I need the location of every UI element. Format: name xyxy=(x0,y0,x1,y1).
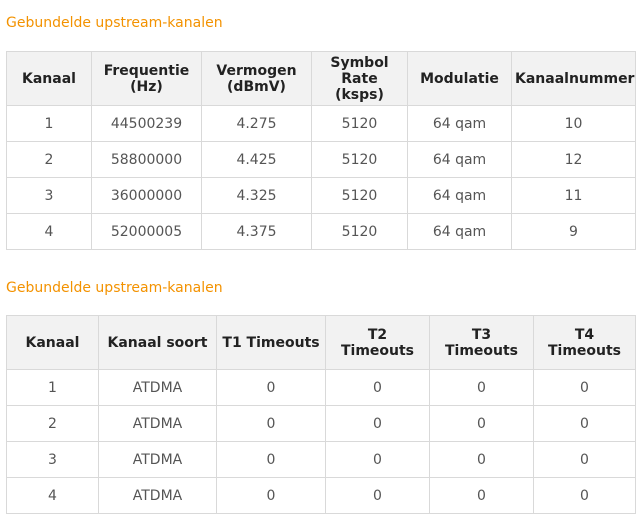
table-row: 3 ATDMA 0 0 0 0 xyxy=(6,441,636,478)
cell-frequency: 44500239 xyxy=(91,105,202,142)
cell-t4-timeouts: 0 xyxy=(533,477,636,514)
header-power: Vermogen (dBmV) xyxy=(201,51,312,106)
table-row: 2 58800000 4.425 5120 64 qam 12 xyxy=(6,141,636,178)
header-modulation: Modulatie xyxy=(407,51,512,106)
header-channel-number: Kanaalnummer xyxy=(511,51,636,106)
table-row: 4 ATDMA 0 0 0 0 xyxy=(6,477,636,514)
table-row: 2 ATDMA 0 0 0 0 xyxy=(6,405,636,442)
cell-t1-timeouts: 0 xyxy=(216,477,326,514)
cell-frequency: 58800000 xyxy=(91,141,202,178)
cell-symbol-rate: 5120 xyxy=(311,177,408,214)
cell-t2-timeouts: 0 xyxy=(325,369,430,406)
header-t4-timeouts: T4 Timeouts xyxy=(533,315,636,370)
cell-symbol-rate: 5120 xyxy=(311,141,408,178)
cell-channel: 3 xyxy=(6,177,92,214)
cell-channel-type: ATDMA xyxy=(98,405,217,442)
header-t3-timeouts: T3 Timeouts xyxy=(429,315,534,370)
cell-channel-number: 10 xyxy=(511,105,636,142)
cell-channel: 2 xyxy=(6,405,99,442)
cell-modulation: 64 qam xyxy=(407,213,512,250)
upstream-timeouts-title: Gebundelde upstream-kanalen xyxy=(6,280,223,296)
cell-channel: 4 xyxy=(6,213,92,250)
upstream-channels-table: Kanaal Frequentie (Hz) Vermogen (dBmV) S… xyxy=(6,51,636,250)
cell-symbol-rate: 5120 xyxy=(311,105,408,142)
cell-symbol-rate: 5120 xyxy=(311,213,408,250)
cell-channel-number: 11 xyxy=(511,177,636,214)
upstream-timeouts-table: Kanaal Kanaal soort T1 Timeouts T2 Timeo… xyxy=(6,315,636,514)
cell-modulation: 64 qam xyxy=(407,105,512,142)
cell-channel: 4 xyxy=(6,477,99,514)
table-header-row: Kanaal Frequentie (Hz) Vermogen (dBmV) S… xyxy=(6,51,636,106)
cell-frequency: 36000000 xyxy=(91,177,202,214)
cell-channel: 3 xyxy=(6,441,99,478)
cell-power: 4.425 xyxy=(201,141,312,178)
cell-t3-timeouts: 0 xyxy=(429,441,534,478)
cell-t4-timeouts: 0 xyxy=(533,441,636,478)
cell-channel-number: 12 xyxy=(511,141,636,178)
cell-channel: 1 xyxy=(6,369,99,406)
cell-channel: 2 xyxy=(6,141,92,178)
upstream-channels-title: Gebundelde upstream-kanalen xyxy=(6,15,223,31)
cell-power: 4.375 xyxy=(201,213,312,250)
cell-t1-timeouts: 0 xyxy=(216,405,326,442)
table-row: 3 36000000 4.325 5120 64 qam 11 xyxy=(6,177,636,214)
cell-t4-timeouts: 0 xyxy=(533,369,636,406)
cell-modulation: 64 qam xyxy=(407,177,512,214)
header-channel: Kanaal xyxy=(6,315,99,370)
header-symbol-rate: Symbol Rate (ksps) xyxy=(311,51,408,106)
header-t1-timeouts: T1 Timeouts xyxy=(216,315,326,370)
cell-channel: 1 xyxy=(6,105,92,142)
cell-channel-type: ATDMA xyxy=(98,441,217,478)
cell-modulation: 64 qam xyxy=(407,141,512,178)
cell-t4-timeouts: 0 xyxy=(533,405,636,442)
table-header-row: Kanaal Kanaal soort T1 Timeouts T2 Timeo… xyxy=(6,315,636,370)
table-row: 1 44500239 4.275 5120 64 qam 10 xyxy=(6,105,636,142)
cell-t2-timeouts: 0 xyxy=(325,441,430,478)
cell-t3-timeouts: 0 xyxy=(429,405,534,442)
cell-channel-type: ATDMA xyxy=(98,369,217,406)
header-channel: Kanaal xyxy=(6,51,92,106)
cell-t1-timeouts: 0 xyxy=(216,369,326,406)
header-t2-timeouts: T2 Timeouts xyxy=(325,315,430,370)
cell-t2-timeouts: 0 xyxy=(325,477,430,514)
table-row: 1 ATDMA 0 0 0 0 xyxy=(6,369,636,406)
cell-t3-timeouts: 0 xyxy=(429,477,534,514)
cell-t2-timeouts: 0 xyxy=(325,405,430,442)
cell-power: 4.325 xyxy=(201,177,312,214)
cell-channel-type: ATDMA xyxy=(98,477,217,514)
cell-channel-number: 9 xyxy=(511,213,636,250)
cell-frequency: 52000005 xyxy=(91,213,202,250)
header-channel-type: Kanaal soort xyxy=(98,315,217,370)
table-row: 4 52000005 4.375 5120 64 qam 9 xyxy=(6,213,636,250)
cell-t1-timeouts: 0 xyxy=(216,441,326,478)
header-frequency: Frequentie (Hz) xyxy=(91,51,202,106)
cell-power: 4.275 xyxy=(201,105,312,142)
cell-t3-timeouts: 0 xyxy=(429,369,534,406)
